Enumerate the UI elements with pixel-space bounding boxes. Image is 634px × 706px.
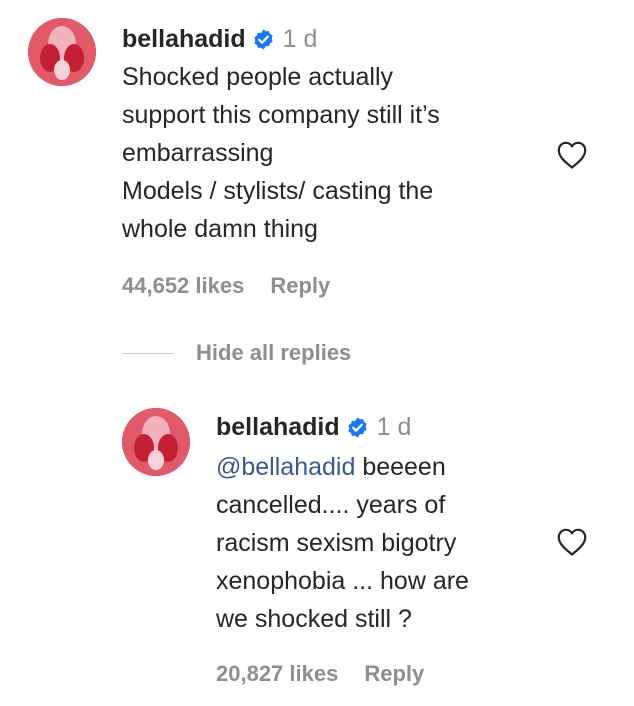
reply-text: @bellahadid beeeen cancelled.... years o… xyxy=(216,448,469,638)
reply-meta: 20,827 likes Reply xyxy=(216,660,424,688)
comment: bellahadid 1 d Shocked people actually s… xyxy=(0,0,634,320)
timestamp: 1 d xyxy=(282,25,318,53)
username[interactable]: bellahadid xyxy=(216,412,340,442)
avatar-image xyxy=(122,408,190,476)
reply-line: cancelled.... years of xyxy=(216,491,446,519)
comment-line: embarrassing xyxy=(122,139,274,167)
reply-button[interactable]: Reply xyxy=(270,272,330,300)
hide-replies-label: Hide all replies xyxy=(196,340,352,365)
verified-badge-icon xyxy=(252,28,275,51)
reply-line: we shocked still ? xyxy=(216,605,412,633)
comment-text: Shocked people actually support this com… xyxy=(122,58,440,248)
reply-line: racism sexism bigotry xyxy=(216,529,457,557)
comment-line: support this company still it’s xyxy=(122,101,440,129)
reply-line-rest: beeeen xyxy=(355,453,446,481)
like-count[interactable]: 20,827 likes xyxy=(216,660,338,688)
reply-comment: bellahadid 1 d @bellahadid beeeen cancel… xyxy=(0,390,634,706)
comment-line: whole damn thing xyxy=(122,215,318,243)
timestamp: 1 d xyxy=(376,413,412,441)
avatar-image xyxy=(28,18,96,86)
verified-badge-icon xyxy=(346,416,369,439)
comment-line: Shocked people actually xyxy=(122,63,394,91)
comment-meta: 44,652 likes Reply xyxy=(122,272,330,300)
comment-line: Models / stylists/ casting the xyxy=(122,177,434,205)
like-count[interactable]: 44,652 likes xyxy=(122,272,244,300)
avatar[interactable] xyxy=(28,18,96,86)
username[interactable]: bellahadid xyxy=(122,24,246,54)
reply-line: xenophobia ... how are xyxy=(216,567,469,595)
heart-icon[interactable] xyxy=(556,527,588,557)
mention-link[interactable]: @bellahadid xyxy=(216,453,355,481)
divider xyxy=(122,352,174,354)
reply-line: @bellahadid beeeen xyxy=(216,448,469,486)
reply-header: bellahadid 1 d xyxy=(216,412,411,442)
comment-header: bellahadid 1 d xyxy=(122,24,317,54)
heart-icon[interactable] xyxy=(556,140,588,170)
reply-button[interactable]: Reply xyxy=(364,660,424,688)
avatar[interactable] xyxy=(122,408,190,476)
hide-replies-button[interactable]: Hide all replies xyxy=(122,340,351,366)
